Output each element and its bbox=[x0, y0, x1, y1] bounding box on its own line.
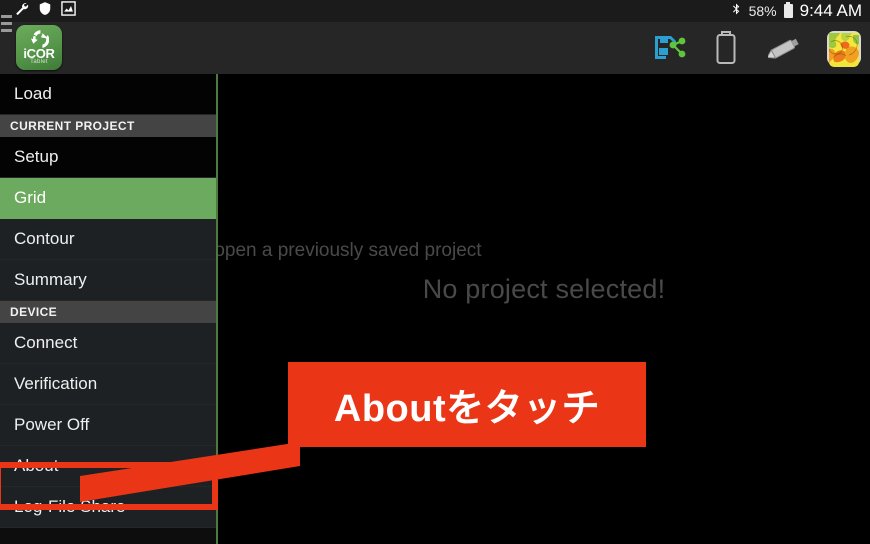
sidebar-section-label: DEVICE bbox=[10, 305, 58, 319]
sidebar-section-current-project: CURRENT PROJECT bbox=[0, 115, 216, 137]
empty-state-title: No project selected! bbox=[422, 274, 666, 304]
sidebar-item-label: Load bbox=[14, 84, 52, 103]
app-screen: 58% 9:44 AM iCOR Tablet No project selec… bbox=[0, 0, 870, 544]
hamburger-bar bbox=[1, 15, 12, 18]
battery-percent-label: 58% bbox=[748, 3, 777, 19]
sidebar-item-log-file-share[interactable]: Log-File Share bbox=[0, 487, 216, 528]
hamburger-menu-icon[interactable] bbox=[1, 15, 12, 32]
sidebar-item-label: Contour bbox=[14, 229, 75, 248]
sidebar-item-label: Log-File Share bbox=[14, 497, 126, 516]
sidebar-item-label: Connect bbox=[14, 333, 78, 352]
sidebar-item-label: Grid bbox=[14, 188, 47, 207]
main-content-area: No project selected! bbox=[218, 74, 870, 544]
battery-icon bbox=[783, 2, 793, 18]
hamburger-bar bbox=[1, 22, 12, 25]
wrench-icon bbox=[14, 1, 29, 21]
sidebar-item-connect[interactable]: Connect bbox=[0, 323, 216, 364]
sidebar-item-label: Summary bbox=[14, 270, 87, 289]
sidebar-section-device: DEVICE bbox=[0, 301, 216, 323]
status-bar-system-icons: 58% 9:44 AM bbox=[730, 1, 862, 22]
status-bar-notification-icons bbox=[14, 1, 76, 21]
sidebar-item-label: Power Off bbox=[14, 415, 90, 434]
contour-map-icon[interactable] bbox=[818, 22, 870, 74]
instruction-callout: Aboutをタッチ bbox=[288, 362, 646, 447]
battery-status-icon[interactable] bbox=[700, 22, 752, 74]
bluetooth-icon bbox=[730, 1, 742, 22]
instruction-callout-text: Aboutをタッチ bbox=[333, 388, 601, 430]
sidebar-item-about[interactable]: About bbox=[0, 446, 216, 487]
sidebar-item-label: Setup bbox=[14, 147, 59, 166]
sidebar-item-label: About bbox=[14, 456, 59, 475]
sidebar-item-power-off[interactable]: Power Off bbox=[0, 405, 216, 446]
chart-frame-icon bbox=[61, 1, 76, 21]
sidebar-item-contour[interactable]: Contour bbox=[0, 219, 216, 260]
status-bar-clock: 9:44 AM bbox=[799, 0, 862, 20]
android-status-bar: 58% 9:44 AM bbox=[0, 0, 870, 22]
sidebar-item-label: Verification bbox=[14, 374, 98, 393]
hamburger-bar bbox=[1, 29, 12, 32]
sidebar-item-setup[interactable]: Setup bbox=[0, 137, 216, 178]
app-logo[interactable]: iCOR Tablet bbox=[16, 25, 62, 70]
probe-icon[interactable] bbox=[760, 22, 812, 74]
sidebar-item-verification[interactable]: Verification bbox=[0, 364, 216, 405]
sidebar-item-grid[interactable]: Grid bbox=[0, 178, 216, 219]
app-logo-subtitle: Tablet bbox=[30, 59, 48, 65]
sidebar-item-load[interactable]: Load bbox=[0, 74, 216, 115]
shield-icon bbox=[38, 1, 52, 21]
navigation-drawer: Load CURRENT PROJECT Setup Grid Contour … bbox=[0, 74, 218, 544]
save-share-icon[interactable] bbox=[643, 22, 695, 74]
sidebar-section-label: CURRENT PROJECT bbox=[10, 119, 135, 133]
sidebar-item-summary[interactable]: Summary bbox=[0, 260, 216, 301]
